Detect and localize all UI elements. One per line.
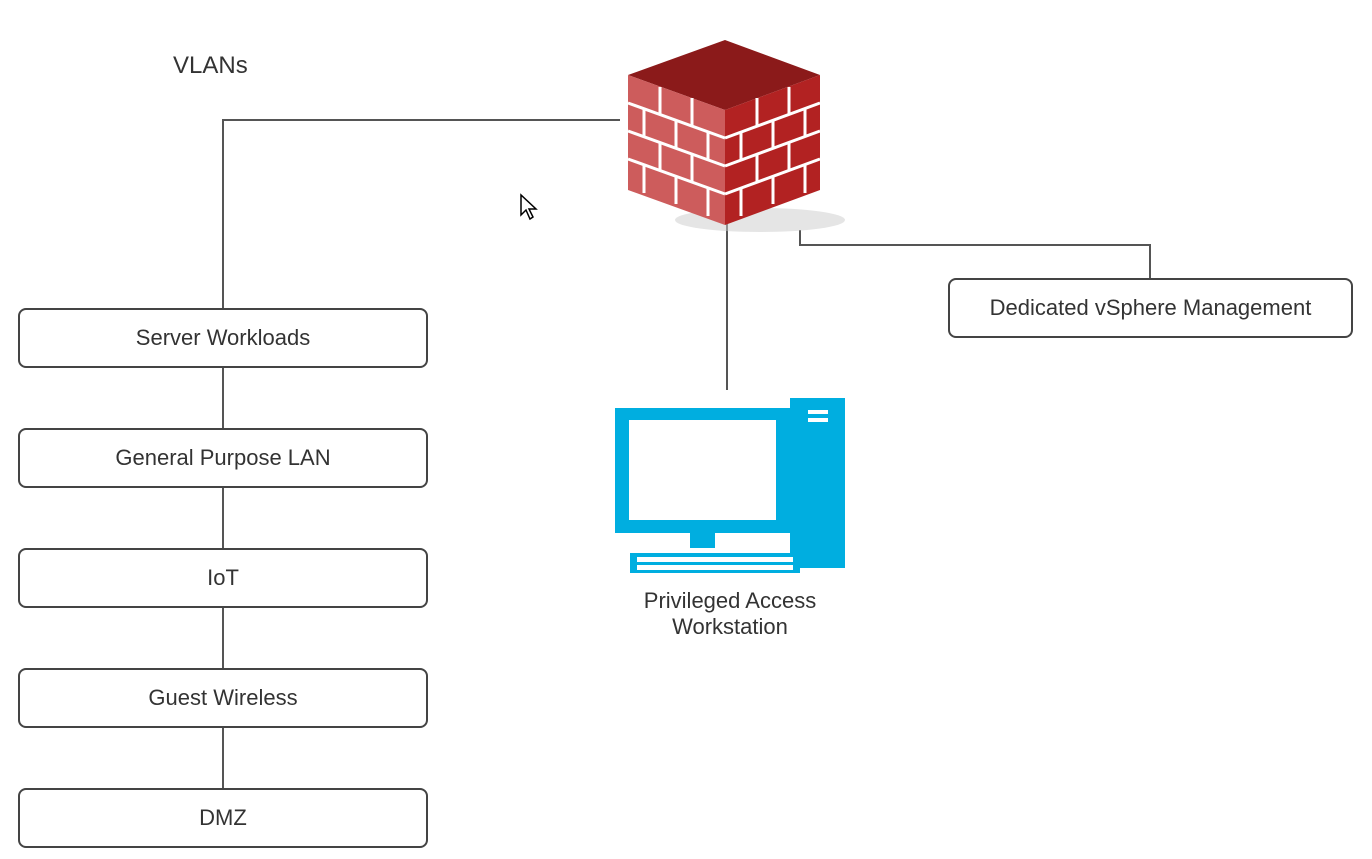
workstation-label-line2: Workstation — [608, 614, 852, 640]
firewall-icon — [620, 35, 850, 240]
workstation-icon — [605, 388, 855, 593]
vlan-label: Guest Wireless — [148, 685, 297, 711]
vlan-box-server-workloads: Server Workloads — [18, 308, 428, 368]
vlan-label: DMZ — [199, 805, 247, 831]
cursor-icon — [519, 193, 541, 226]
vlan-label: Server Workloads — [136, 325, 310, 351]
vlan-label: IoT — [207, 565, 239, 591]
dedicated-vsphere-box: Dedicated vSphere Management — [948, 278, 1353, 338]
vlan-box-dmz: DMZ — [18, 788, 428, 848]
vlan-box-iot: IoT — [18, 548, 428, 608]
vlan-label: General Purpose LAN — [115, 445, 330, 471]
vlan-box-general-purpose-lan: General Purpose LAN — [18, 428, 428, 488]
workstation-label-line1: Privileged Access — [608, 588, 852, 614]
workstation-label: Privileged Access Workstation — [608, 588, 852, 640]
vlan-box-guest-wireless: Guest Wireless — [18, 668, 428, 728]
vlans-title: VLANs — [173, 52, 248, 80]
dedicated-vsphere-label: Dedicated vSphere Management — [990, 295, 1312, 321]
